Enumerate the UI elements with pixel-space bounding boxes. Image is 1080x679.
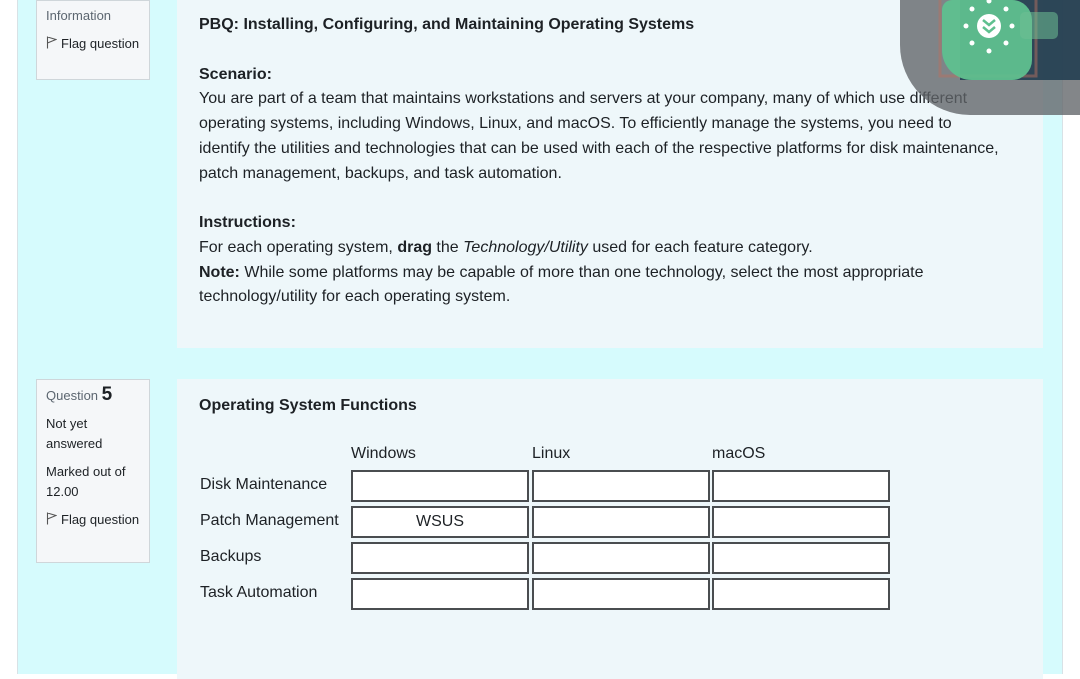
drop-zone[interactable] bbox=[532, 542, 710, 574]
drop-zone[interactable] bbox=[532, 506, 710, 538]
instr-text: the bbox=[431, 238, 464, 256]
row-label: Task Automation bbox=[200, 584, 318, 601]
flag-question-link[interactable]: Flag question bbox=[46, 510, 140, 531]
flag-icon bbox=[46, 511, 58, 531]
question-status: Not yet answered bbox=[46, 416, 103, 451]
question-info-panel: Question 5 Not yet answered Marked out o… bbox=[36, 379, 150, 563]
drop-zone[interactable] bbox=[712, 506, 890, 538]
note-body: While some platforms may be capable of m… bbox=[199, 263, 924, 306]
scenario-text: You are part of a team that maintains wo… bbox=[199, 90, 999, 182]
flag-icon bbox=[46, 35, 58, 55]
drop-zone[interactable] bbox=[712, 470, 890, 502]
instr-italic: Technology/Utility bbox=[463, 238, 588, 256]
info-panel: Information Flag question bbox=[36, 0, 150, 80]
scenario-heading: Scenario: bbox=[199, 65, 272, 83]
flag-question-label: Flag question bbox=[61, 512, 140, 527]
question-marks: Marked out of 12.00 bbox=[46, 464, 126, 499]
column-header-linux: Linux bbox=[532, 445, 571, 462]
screen-recorder-overlay[interactable] bbox=[900, 0, 1080, 115]
row-label: Patch Management bbox=[200, 512, 339, 529]
drop-zone[interactable] bbox=[532, 470, 710, 502]
question-label: Question bbox=[46, 388, 99, 403]
row-label: Disk Maintenance bbox=[200, 476, 328, 493]
flag-question-link[interactable]: Flag question bbox=[46, 34, 140, 55]
note-label: Note: bbox=[199, 263, 240, 281]
intro-title: PBQ: Installing, Configuring, and Mainta… bbox=[199, 16, 695, 33]
drop-zone[interactable] bbox=[532, 578, 710, 610]
instructions-text: For each operating system, drag the Tech… bbox=[199, 236, 1021, 261]
note-text: Note: While some platforms may be capabl… bbox=[199, 261, 999, 310]
column-header-macos: macOS bbox=[712, 445, 766, 462]
row-label: Backups bbox=[200, 548, 262, 565]
instr-text: used for each feature category. bbox=[587, 238, 813, 256]
instructions-heading: Instructions: bbox=[199, 214, 296, 232]
question-title: Operating System Functions bbox=[199, 397, 417, 414]
instr-text: For each operating system, bbox=[199, 238, 398, 256]
info-label: Information bbox=[46, 8, 112, 23]
column-header-windows: Windows bbox=[351, 445, 416, 462]
flag-question-label: Flag question bbox=[61, 36, 140, 51]
instr-bold: drag bbox=[397, 238, 432, 256]
drop-zone[interactable]: WSUS bbox=[351, 506, 529, 538]
question-number: 5 bbox=[101, 384, 113, 405]
screen-recorder-icon bbox=[938, 0, 1080, 80]
drop-zone[interactable] bbox=[712, 542, 890, 574]
drop-zone[interactable] bbox=[712, 578, 890, 610]
question-number-row: Question 5 bbox=[46, 385, 140, 406]
drop-zone[interactable] bbox=[351, 578, 529, 610]
drop-zone[interactable] bbox=[351, 470, 529, 502]
drop-zone[interactable] bbox=[351, 542, 529, 574]
